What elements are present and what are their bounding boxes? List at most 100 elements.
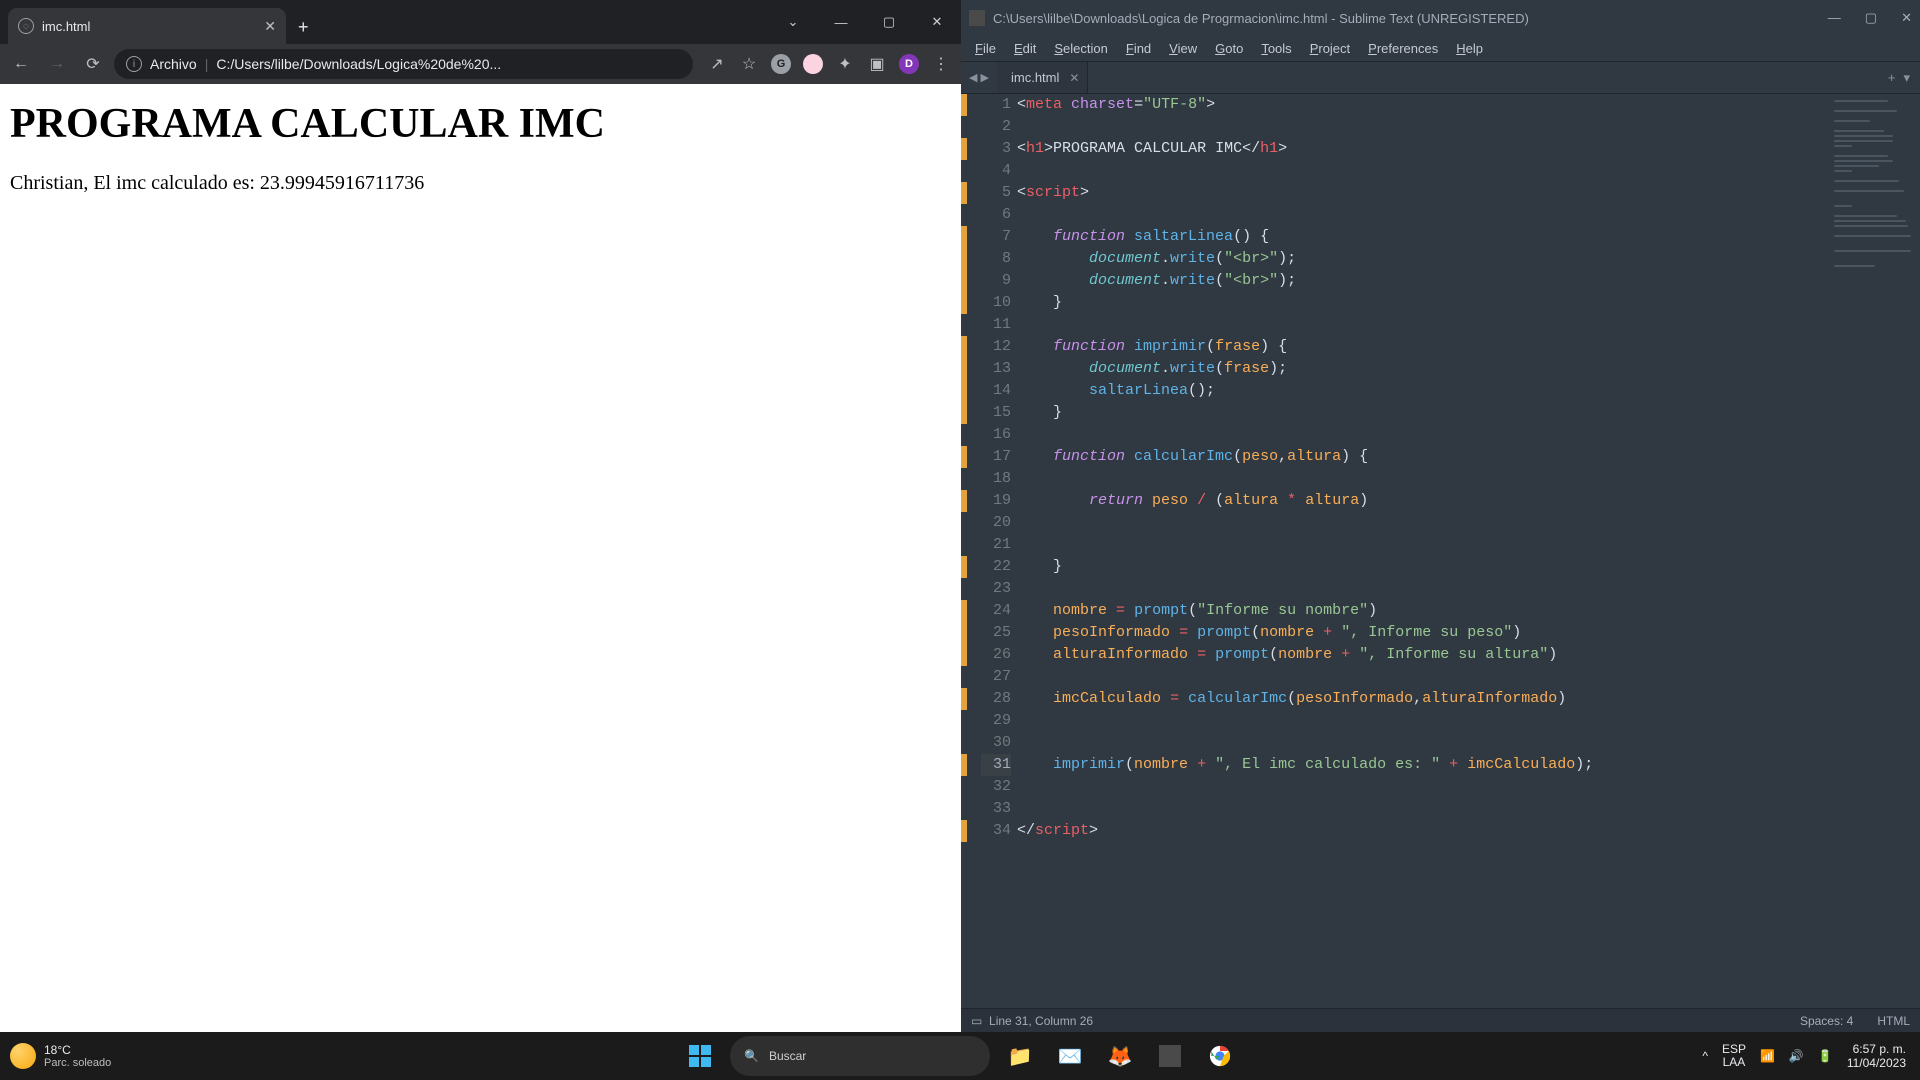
status-cursor[interactable]: Line 31, Column 26 [989,1014,1093,1028]
code-line[interactable] [1017,710,1828,732]
line-number[interactable]: 1 [981,94,1011,116]
code-line[interactable] [1017,116,1828,138]
code-line[interactable]: <script> [1017,182,1828,204]
code-line[interactable]: function saltarLinea() { [1017,226,1828,248]
code-line[interactable] [1017,534,1828,556]
code-line[interactable] [1017,160,1828,182]
code-line[interactable]: function calcularImc(peso,altura) { [1017,446,1828,468]
line-number[interactable]: 14 [981,380,1011,402]
code-line[interactable]: pesoInformado = prompt(nombre + ", Infor… [1017,622,1828,644]
new-tab-button[interactable]: + [286,17,321,44]
dropdown-tabs-icon[interactable]: ⌄ [769,0,817,44]
line-number[interactable]: 11 [981,314,1011,336]
line-number[interactable]: 32 [981,776,1011,798]
line-number[interactable]: 3 [981,138,1011,160]
code-line[interactable]: alturaInformado = prompt(nombre + ", Inf… [1017,644,1828,666]
close-tab-icon[interactable]: ✕ [1069,71,1079,85]
line-number[interactable]: 17 [981,446,1011,468]
wifi-icon[interactable]: 📶 [1760,1049,1775,1063]
line-number[interactable]: 34 [981,820,1011,842]
line-number[interactable]: 21 [981,534,1011,556]
line-number[interactable]: 8 [981,248,1011,270]
menu-selection[interactable]: Selection [1046,39,1115,58]
start-button[interactable] [680,1036,720,1076]
taskbar-search[interactable]: 🔍 Buscar [730,1036,990,1076]
code-line[interactable]: saltarLinea(); [1017,380,1828,402]
code-line[interactable]: function imprimir(frase) { [1017,336,1828,358]
code-editor[interactable]: 1234567891011121314151617181920212223242… [961,94,1920,1008]
menu-view[interactable]: View [1161,39,1205,58]
line-number[interactable]: 27 [981,666,1011,688]
line-number[interactable]: 9 [981,270,1011,292]
menu-find[interactable]: Find [1118,39,1159,58]
code-line[interactable] [1017,732,1828,754]
code-line[interactable]: return peso / (altura * altura) [1017,490,1828,512]
line-number[interactable]: 13 [981,358,1011,380]
code-line[interactable]: imprimir(nombre + ", El imc calculado es… [1017,754,1828,776]
code-line[interactable] [1017,468,1828,490]
firefox-icon[interactable]: 🦊 [1100,1036,1140,1076]
line-number[interactable]: 31 [981,754,1011,776]
code-line[interactable]: nombre = prompt("Informe su nombre") [1017,600,1828,622]
code-line[interactable]: } [1017,556,1828,578]
line-number[interactable]: 18 [981,468,1011,490]
line-number[interactable]: 12 [981,336,1011,358]
minimap[interactable] [1828,94,1920,1008]
line-number[interactable]: 22 [981,556,1011,578]
code-text[interactable]: <meta charset="UTF-8"> <h1>PROGRAMA CALCU… [1017,94,1828,1008]
back-button[interactable]: ← [6,49,36,79]
code-line[interactable] [1017,204,1828,226]
line-number[interactable]: 16 [981,424,1011,446]
maximize-icon[interactable]: ▢ [1865,10,1877,26]
code-line[interactable] [1017,666,1828,688]
code-line[interactable] [1017,314,1828,336]
status-syntax[interactable]: HTML [1877,1014,1910,1028]
line-number[interactable]: 29 [981,710,1011,732]
code-line[interactable] [1017,578,1828,600]
code-line[interactable] [1017,424,1828,446]
menu-tools[interactable]: Tools [1253,39,1299,58]
line-number[interactable]: 33 [981,798,1011,820]
code-line[interactable]: } [1017,402,1828,424]
chrome-taskbar-icon[interactable] [1200,1036,1240,1076]
extension-g-icon[interactable]: G [767,50,795,78]
menu-edit[interactable]: Edit [1006,39,1044,58]
sublime-taskbar-icon[interactable] [1150,1036,1190,1076]
battery-icon[interactable]: 🔋 [1818,1049,1833,1063]
profile-avatar[interactable]: D [895,50,923,78]
volume-icon[interactable]: 🔊 [1789,1049,1804,1063]
menu-project[interactable]: Project [1302,39,1358,58]
close-icon[interactable]: ✕ [913,0,961,44]
line-number[interactable]: 20 [981,512,1011,534]
line-number[interactable]: 5 [981,182,1011,204]
extensions-puzzle-icon[interactable]: ✦ [831,50,859,78]
side-panel-icon[interactable]: ▣ [863,50,891,78]
tab-dropdown-icon[interactable]: ▾ [1903,70,1910,86]
browser-tab[interactable]: ◌ imc.html ✕ [8,8,286,44]
tab-nav-arrows[interactable]: ◀ ▶ [961,62,997,93]
tray-overflow-icon[interactable]: ^ [1702,1049,1708,1063]
code-line[interactable]: document.write("<br>"); [1017,248,1828,270]
line-number[interactable]: 10 [981,292,1011,314]
site-info-icon[interactable]: i [126,56,142,72]
taskbar-weather[interactable]: 18°C Parc. soleado [0,1043,111,1069]
tray-language[interactable]: ESP LAA [1722,1043,1746,1069]
code-line[interactable] [1017,798,1828,820]
editor-tab[interactable]: imc.html ✕ [997,62,1088,93]
new-tab-icon[interactable]: + [1888,70,1896,85]
line-number[interactable]: 4 [981,160,1011,182]
line-number[interactable]: 23 [981,578,1011,600]
reload-button[interactable]: ⟳ [78,49,108,79]
code-line[interactable]: <h1>PROGRAMA CALCULAR IMC</h1> [1017,138,1828,160]
code-line[interactable]: imcCalculado = calcularImc(pesoInformado… [1017,688,1828,710]
share-icon[interactable]: ↗ [703,50,731,78]
line-number[interactable]: 25 [981,622,1011,644]
menu-goto[interactable]: Goto [1207,39,1251,58]
mail-app-icon[interactable]: ✉️ [1050,1036,1090,1076]
minimize-icon[interactable]: — [817,0,865,44]
line-number[interactable]: 6 [981,204,1011,226]
code-line[interactable]: <meta charset="UTF-8"> [1017,94,1828,116]
line-number[interactable]: 30 [981,732,1011,754]
menu-help[interactable]: Help [1448,39,1491,58]
maximize-icon[interactable]: ▢ [865,0,913,44]
